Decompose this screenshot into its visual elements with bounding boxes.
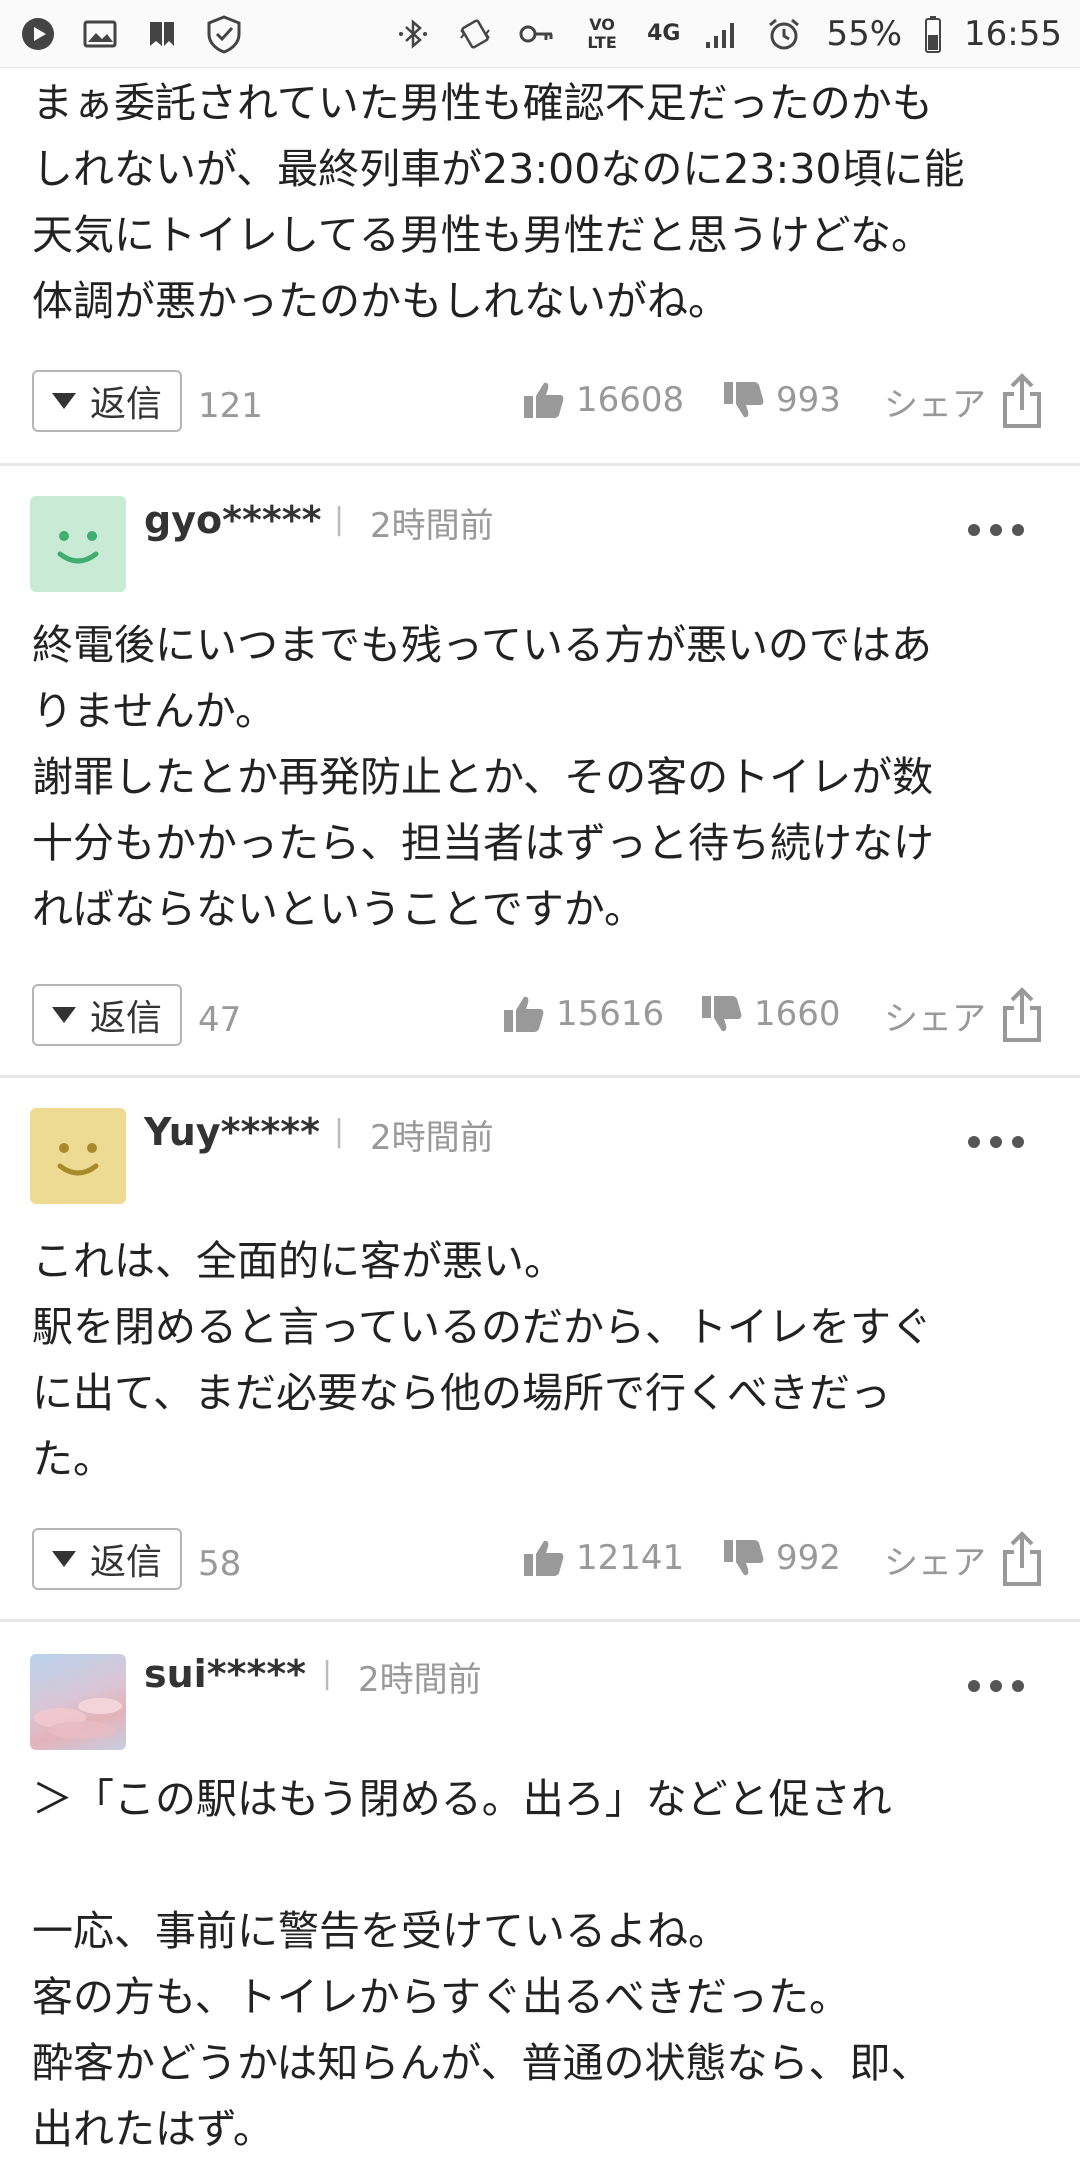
reply-count: 47 [198, 1000, 242, 1040]
comment-actions: 返信 121 16608 993 シェア [0, 370, 1080, 440]
comment-body: ＞「この駅はもう閉める。出ろ」などと促され 一応、事前に警告を受けているよね。 … [32, 1775, 932, 2153]
comment-body: これは、全面的に客が悪い。 駅を閉めると言っているのだから、トイレをすぐ に出て… [32, 1237, 932, 1483]
status-right: VO LTE 4G 55% 16:55 [393, 14, 1062, 54]
status-bar: VO LTE 4G 55% 16:55 [0, 0, 1080, 68]
triangle-down-icon [51, 1551, 76, 1567]
reply-label: 返信 [89, 384, 162, 425]
avatar[interactable] [30, 496, 126, 592]
divider-bar: | [334, 502, 345, 537]
reply-button[interactable]: 返信 [32, 984, 182, 1046]
triangle-down-icon [51, 1007, 76, 1023]
share-button[interactable]: シェア [884, 984, 1044, 1046]
share-icon [1003, 373, 1041, 428]
bookmark-notification-icon [142, 14, 182, 54]
comment-actions: 返信 58 12141 992 シェア [0, 1528, 1080, 1598]
reply-button[interactable]: 返信 [32, 370, 182, 432]
like-button[interactable]: 12141 [522, 1538, 684, 1578]
divider-bar: | [334, 1114, 345, 1149]
reply-count: 121 [198, 386, 263, 426]
bluetooth-icon [393, 14, 433, 54]
reply-button[interactable]: 返信 [32, 1528, 182, 1590]
share-icon [1003, 987, 1041, 1042]
thumbs-down-icon [724, 1540, 764, 1576]
share-icon [1003, 1531, 1041, 1586]
dislike-count: 992 [776, 1538, 841, 1578]
clock-time: 16:55 [964, 13, 1062, 54]
user-name[interactable]: gyo***** [144, 498, 321, 542]
like-count: 15616 [556, 994, 665, 1034]
divider-bar: | [322, 1656, 333, 1691]
dislike-count: 993 [776, 380, 841, 420]
signal-icon [702, 14, 742, 54]
share-button[interactable]: シェア [884, 370, 1044, 432]
dislike-button[interactable]: 993 [722, 380, 841, 420]
volte-icon: VO LTE [587, 14, 617, 52]
user-name[interactable]: Yuy***** [144, 1110, 320, 1154]
user-name[interactable]: sui***** [144, 1652, 306, 1696]
thumbs-up-icon [504, 996, 544, 1032]
like-count: 12141 [576, 1538, 685, 1578]
comment-divider [0, 1619, 1080, 1622]
more-options-button[interactable] [968, 1136, 1024, 1148]
network-type-icon: 4G [647, 21, 681, 46]
share-label: シェア [884, 384, 986, 425]
avatar[interactable] [30, 1654, 126, 1750]
like-button[interactable]: 15616 [502, 994, 664, 1034]
key-icon [517, 14, 557, 54]
dislike-button[interactable]: 992 [722, 1538, 841, 1578]
like-count: 16608 [576, 380, 685, 420]
comment-actions: 返信 47 15616 1660 シェア [0, 984, 1080, 1054]
post-time: 2時間前 [370, 506, 494, 546]
shield-check-icon [204, 14, 244, 54]
triangle-down-icon [51, 393, 76, 409]
reply-count: 58 [198, 1544, 242, 1584]
share-label: シェア [884, 998, 986, 1039]
thumbs-down-icon [702, 996, 742, 1032]
comment-divider [0, 1075, 1080, 1078]
battery-percent: 55% [826, 13, 903, 54]
like-button[interactable]: 16608 [522, 380, 684, 420]
battery-icon [924, 14, 942, 54]
status-left [18, 14, 244, 54]
vibrate-icon [455, 14, 495, 54]
share-label: シェア [884, 1542, 986, 1583]
reply-label: 返信 [89, 998, 162, 1039]
comment-body: まぁ委託されていた男性も確認不足だったのかも しれないが、最終列車が23:00な… [32, 79, 965, 325]
share-button[interactable]: シェア [884, 1528, 1044, 1590]
alarm-icon [764, 14, 804, 54]
post-time: 2時間前 [370, 1118, 494, 1158]
gallery-notification-icon [80, 14, 120, 54]
avatar[interactable] [30, 1108, 126, 1204]
more-options-button[interactable] [968, 524, 1024, 536]
more-options-button[interactable] [968, 1680, 1024, 1692]
reply-label: 返信 [89, 1542, 162, 1583]
dislike-count: 1660 [754, 994, 841, 1034]
play-notification-icon [18, 14, 58, 54]
thumbs-down-icon [724, 382, 764, 418]
comment-body: 終電後にいつまでも残っている方が悪いのではあ りませんか。 謝罪したとか再発防止… [32, 621, 934, 933]
thumbs-up-icon [524, 1540, 564, 1576]
comment-divider [0, 463, 1080, 466]
post-time: 2時間前 [358, 1660, 482, 1700]
dislike-button[interactable]: 1660 [700, 994, 841, 1034]
thumbs-up-icon [524, 382, 564, 418]
